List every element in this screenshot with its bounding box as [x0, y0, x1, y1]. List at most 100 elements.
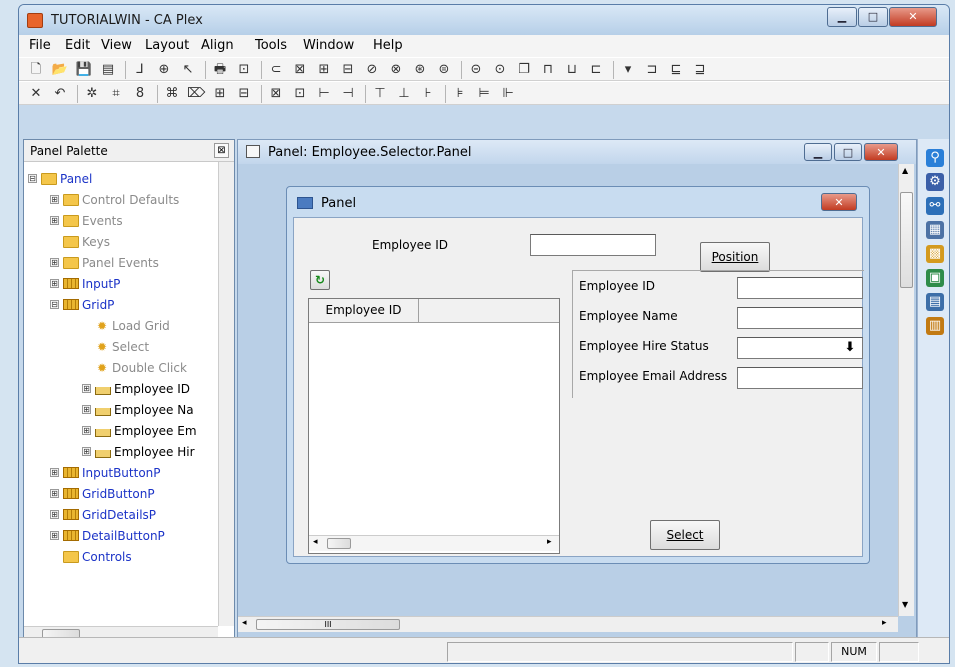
tb2-button-10-icon[interactable]: ⊡	[291, 85, 309, 102]
tb2-button-14-icon[interactable]: ⊥	[395, 85, 413, 102]
detail-employee-name-input[interactable]	[737, 307, 863, 329]
tb2-button-7-icon[interactable]: ⊞	[211, 85, 229, 102]
menu-tools[interactable]: Tools	[255, 38, 287, 53]
tb2-button-1-icon[interactable]: ↶	[51, 85, 69, 102]
tree-node-keys[interactable]: Keys	[28, 231, 214, 252]
tb2-button-4-icon[interactable]: 8	[131, 85, 149, 102]
menu-help[interactable]: Help	[373, 38, 403, 53]
tree-expander-icon[interactable]: ⊞	[82, 447, 91, 456]
tb2-button-11-icon[interactable]: ⊢	[315, 85, 333, 102]
tree-node-control-defaults[interactable]: ⊞ Control Defaults	[28, 189, 214, 210]
grid-scroll-right-icon[interactable]: ▸	[547, 537, 552, 547]
tb1-button-26-icon[interactable]: ⊒	[691, 61, 709, 78]
designer-scroll-up-icon[interactable]: ▲	[902, 166, 908, 175]
tree-node-select[interactable]: ✹ Select	[28, 336, 214, 357]
tb2-button-18-icon[interactable]: ⊩	[499, 85, 517, 102]
menu-edit[interactable]: Edit	[65, 38, 90, 53]
grid-scroll-left-icon[interactable]: ◂	[313, 537, 318, 547]
tb2-button-0-icon[interactable]: ✕	[27, 85, 45, 102]
designer-minimize-button[interactable]: ▁	[804, 143, 832, 161]
tree-node-employee-em[interactable]: ⊞ Employee Em	[28, 420, 214, 441]
tb1-button-7-icon[interactable]: 🖶	[211, 61, 229, 78]
tree-node-controls[interactable]: Controls	[28, 546, 214, 567]
select-button[interactable]: Select	[650, 520, 720, 550]
designer-horizontal-scrollbar[interactable]: ◂ III ▸	[238, 616, 898, 632]
tree-expander-icon[interactable]: ⊞	[50, 279, 59, 288]
employee-grid[interactable]: Employee ID ◂ ▸	[308, 298, 560, 554]
tb1-button-25-icon[interactable]: ⊑	[667, 61, 685, 78]
tb1-button-22-icon[interactable]: ⊏	[587, 61, 605, 78]
detail-hire-status-dropdown[interactable]: ⬇	[737, 337, 863, 359]
tb1-button-17-icon[interactable]: ⊝	[467, 61, 485, 78]
tb1-button-2-icon[interactable]: 💾	[75, 61, 93, 78]
designer-scroll-right-icon[interactable]: ▸	[882, 618, 887, 628]
palette-close-icon[interactable]: ⊠	[214, 143, 229, 158]
tb2-button-12-icon[interactable]: ⊣	[339, 85, 357, 102]
tb1-button-16-icon[interactable]: ⊜	[435, 61, 453, 78]
tb1-button-8-icon[interactable]: ⊡	[235, 61, 253, 78]
tree-node-detailbuttonp[interactable]: ⊞ DetailButtonP	[28, 525, 214, 546]
tb1-button-23-icon[interactable]: ▾	[619, 61, 637, 78]
tb1-button-4-icon[interactable]: ⅃	[131, 61, 149, 78]
tb1-button-5-icon[interactable]: ⊕	[155, 61, 173, 78]
tree-expander-icon[interactable]: ⊞	[82, 405, 91, 414]
tree-expander-icon[interactable]: ⊞	[82, 384, 91, 393]
tb1-button-19-icon[interactable]: ❐	[515, 61, 533, 78]
tb2-button-17-icon[interactable]: ⊨	[475, 85, 493, 102]
designer-close-button[interactable]: ✕	[864, 143, 898, 161]
tool-strip-0-icon[interactable]: ⚲	[926, 149, 944, 167]
tb2-button-9-icon[interactable]: ⊠	[267, 85, 285, 102]
tb2-button-5-icon[interactable]: ⌘	[163, 85, 181, 102]
refresh-icon[interactable]: ↻	[310, 270, 330, 290]
panel-close-button[interactable]: ✕	[821, 193, 857, 211]
tb1-button-13-icon[interactable]: ⊘	[363, 61, 381, 78]
tree-node-double-click[interactable]: ✹ Double Click	[28, 357, 214, 378]
tb1-button-6-icon[interactable]: ↖	[179, 61, 197, 78]
tb1-button-15-icon[interactable]: ⊛	[411, 61, 429, 78]
tb2-button-6-icon[interactable]: ⌦	[187, 85, 205, 102]
tool-strip-4-icon[interactable]: ▩	[926, 245, 944, 263]
close-button[interactable]: ✕	[889, 7, 937, 27]
position-button[interactable]: Position	[700, 242, 770, 272]
menu-window[interactable]: Window	[303, 38, 354, 53]
tool-strip-7-icon[interactable]: ▥	[926, 317, 944, 335]
tb2-button-16-icon[interactable]: ⊧	[451, 85, 469, 102]
detail-employee-id-input[interactable]	[737, 277, 863, 299]
menu-layout[interactable]: Layout	[145, 38, 189, 53]
grid-horizontal-scrollbar[interactable]: ◂ ▸	[309, 535, 559, 551]
tb2-button-2-icon[interactable]: ✲	[83, 85, 101, 102]
tb1-button-12-icon[interactable]: ⊟	[339, 61, 357, 78]
maximize-button[interactable]: □	[858, 7, 888, 27]
tree-expander-icon[interactable]: ⊞	[50, 489, 59, 498]
tree-node-panel-events[interactable]: ⊞ Panel Events	[28, 252, 214, 273]
tree-node-panel[interactable]: ⊟ Panel	[28, 168, 214, 189]
tb1-button-21-icon[interactable]: ⊔	[563, 61, 581, 78]
tree-expander-icon[interactable]: ⊟	[50, 300, 59, 309]
tb1-button-18-icon[interactable]: ⊙	[491, 61, 509, 78]
menu-align[interactable]: Align	[201, 38, 234, 53]
tree-node-griddetailsp[interactable]: ⊞ GridDetailsP	[28, 504, 214, 525]
dropdown-arrow-icon[interactable]: ⬇	[840, 338, 860, 358]
menu-file[interactable]: File	[29, 38, 51, 53]
tb1-button-24-icon[interactable]: ⊐	[643, 61, 661, 78]
tool-strip-5-icon[interactable]: ▣	[926, 269, 944, 287]
tree-node-employee-hir[interactable]: ⊞ Employee Hir	[28, 441, 214, 462]
tree-node-inputp[interactable]: ⊞ InputP	[28, 273, 214, 294]
tree-node-employee-id[interactable]: ⊞ Employee ID	[28, 378, 214, 399]
tb1-button-0-icon[interactable]: 🗋	[27, 61, 45, 78]
tool-strip-6-icon[interactable]: ▤	[926, 293, 944, 311]
tree-expander-icon[interactable]: ⊞	[50, 195, 59, 204]
tree-expander-icon[interactable]: ⊞	[50, 510, 59, 519]
designer-scroll-down-icon[interactable]: ▼	[902, 600, 908, 609]
tb1-button-10-icon[interactable]: ⊠	[291, 61, 309, 78]
designer-vertical-scrollbar[interactable]: ▲ ▼	[898, 164, 914, 616]
palette-vertical-scrollbar[interactable]	[218, 162, 234, 626]
tb1-button-20-icon[interactable]: ⊓	[539, 61, 557, 78]
filter-employee-id-input[interactable]	[530, 234, 656, 256]
tree-node-gridbuttonp[interactable]: ⊞ GridButtonP	[28, 483, 214, 504]
tree-node-inputbuttonp[interactable]: ⊞ InputButtonP	[28, 462, 214, 483]
tb2-button-13-icon[interactable]: ⊤	[371, 85, 389, 102]
tb2-button-8-icon[interactable]: ⊟	[235, 85, 253, 102]
tool-strip-1-icon[interactable]: ⚙	[926, 173, 944, 191]
tree-expander-icon[interactable]: ⊞	[50, 531, 59, 540]
